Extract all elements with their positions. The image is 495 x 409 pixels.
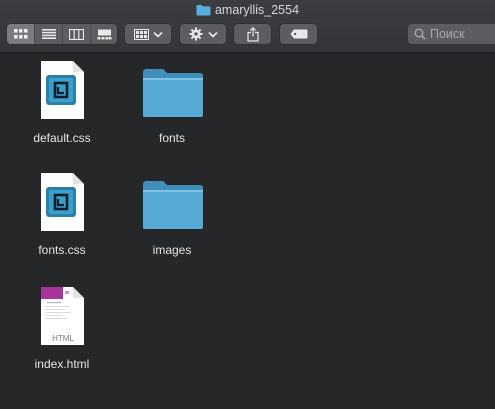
tag-button[interactable] xyxy=(280,24,317,44)
list-icon xyxy=(41,29,56,39)
search-icon xyxy=(414,28,426,40)
search-field[interactable]: Поиск xyxy=(408,24,495,44)
css-document-icon xyxy=(41,173,84,231)
css-document-icon xyxy=(41,61,84,119)
arrange-menu-button[interactable] xyxy=(125,24,171,44)
gear-icon xyxy=(189,27,202,41)
file-type-badge: HTML xyxy=(52,334,74,343)
tag-icon xyxy=(290,29,307,39)
folder-item-fonts[interactable]: fonts xyxy=(122,60,222,150)
gallery-icon xyxy=(97,29,112,39)
window-toolbar: amaryllis_2554 Поиск xyxy=(0,0,495,53)
share-icon xyxy=(246,26,259,42)
file-name: index.html xyxy=(34,357,90,371)
file-name: images xyxy=(152,243,192,257)
folder-icon xyxy=(143,69,203,117)
folder-icon xyxy=(143,181,203,229)
folder-item-images[interactable]: images xyxy=(122,172,222,262)
column-view-button[interactable] xyxy=(62,24,90,44)
window-title: amaryllis_2554 xyxy=(0,2,495,18)
arrange-grid-icon xyxy=(133,28,149,40)
file-item-index-html[interactable]: HTML index.html xyxy=(12,284,112,374)
columns-icon xyxy=(69,28,84,40)
action-menu-button[interactable] xyxy=(180,24,226,44)
view-mode-control xyxy=(7,24,117,44)
chevron-down-icon xyxy=(207,31,218,38)
icon-view-button[interactable] xyxy=(7,24,34,44)
gallery-view-button[interactable] xyxy=(90,24,118,44)
folder-icon xyxy=(196,4,211,20)
list-view-button[interactable] xyxy=(34,24,62,44)
search-placeholder: Поиск xyxy=(430,27,465,41)
file-name: fonts.css xyxy=(38,243,86,257)
chevron-down-icon xyxy=(152,31,163,38)
grid-icon xyxy=(13,29,27,39)
share-button[interactable] xyxy=(234,24,271,44)
file-name: default.css xyxy=(33,131,91,145)
file-item-default-css[interactable]: default.css xyxy=(12,60,112,150)
file-name: fonts xyxy=(158,131,185,145)
window-title-text: amaryllis_2554 xyxy=(214,3,300,17)
file-item-fonts-css[interactable]: fonts.css xyxy=(12,172,112,262)
